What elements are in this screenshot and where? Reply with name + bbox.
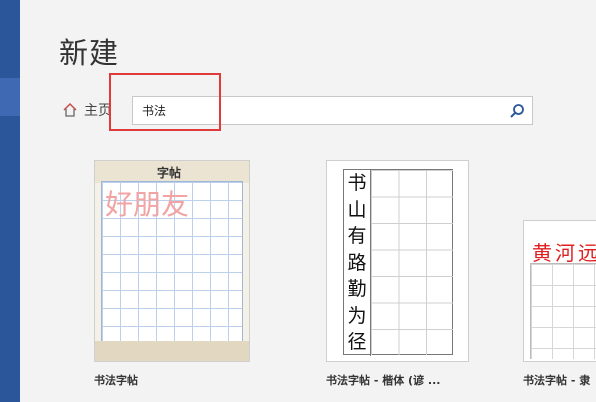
template-thumbnail[interactable]: 黄 河 远: [523, 220, 596, 362]
sample-char: 黄: [532, 241, 552, 265]
left-nav-bar: [0, 0, 20, 402]
sample-char: 友: [161, 188, 190, 221]
sample-char: 山: [347, 198, 367, 221]
practice-grid: 书 山 有 路 勤 为 径: [343, 169, 453, 356]
sample-char: 朋: [133, 188, 162, 221]
sample-char: 路: [347, 251, 367, 274]
template-thumbnail[interactable]: 书 山 有 路 勤 为 径: [326, 160, 469, 362]
template-thumbnail[interactable]: 字帖 好 朋 友: [94, 160, 250, 362]
template-caption[interactable]: 书法字帖 - 楷体 (谚 ...: [326, 372, 440, 388]
template-logo: 字帖: [157, 166, 182, 180]
sample-char: 河: [555, 241, 575, 265]
sample-char: 为: [347, 304, 367, 327]
sample-char: 书: [347, 172, 367, 194]
template-caption[interactable]: 书法字帖: [94, 372, 138, 388]
home-label: 主页: [84, 103, 112, 119]
home-icon: [63, 102, 77, 117]
search-icon[interactable]: [508, 102, 526, 120]
breadcrumb-home[interactable]: 主页: [62, 99, 112, 121]
nav-item-new[interactable]: [0, 78, 20, 116]
sample-char: 径: [347, 331, 367, 353]
sample-char: 勤: [347, 278, 367, 300]
sample-char: 远: [578, 241, 596, 265]
page-title: 新建: [59, 36, 120, 70]
sample-char: 有: [347, 225, 367, 247]
sample-char: 好: [105, 188, 134, 221]
highlight-box: [109, 73, 221, 131]
template-caption[interactable]: 书法字帖 - 隶: [523, 372, 590, 388]
practice-grid: [530, 263, 596, 359]
